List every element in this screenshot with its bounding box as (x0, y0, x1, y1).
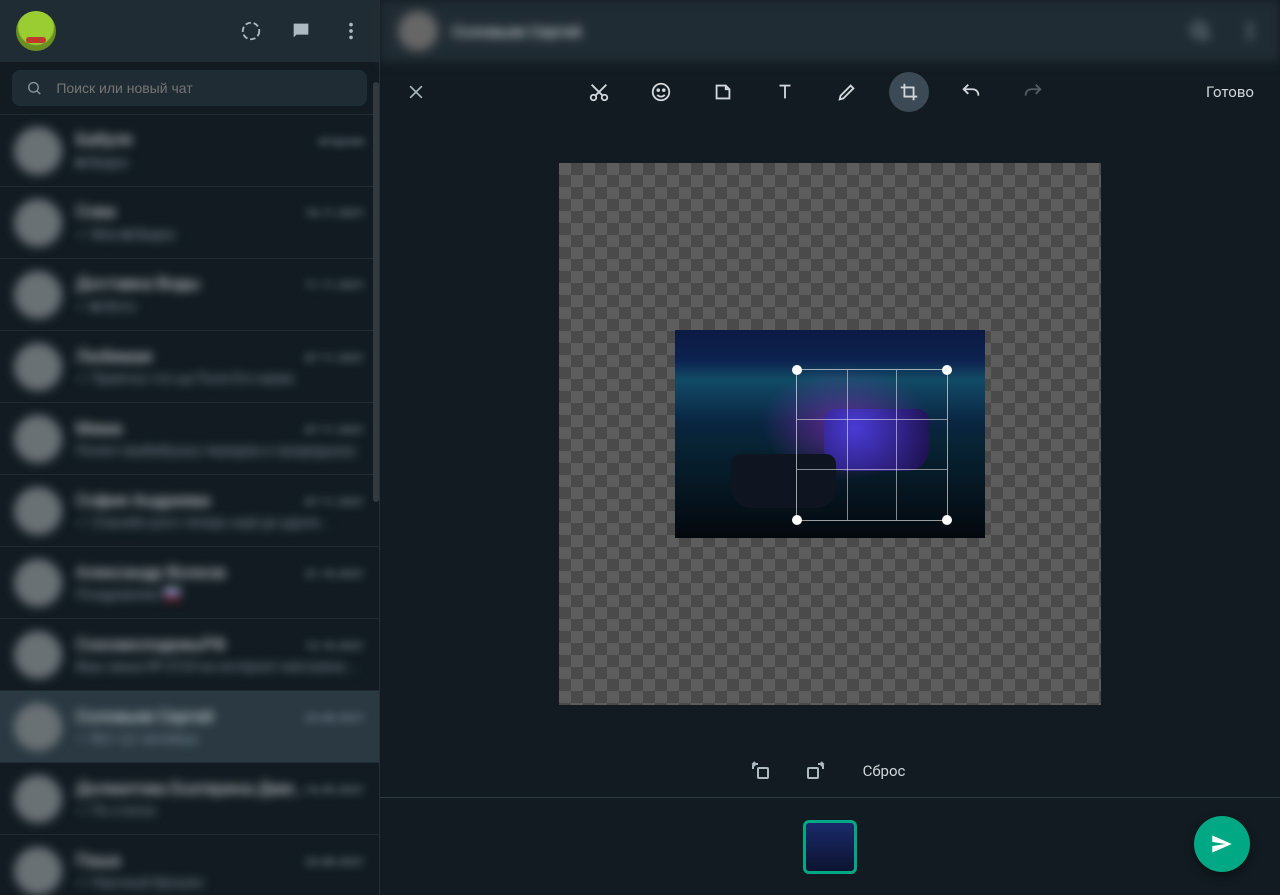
chat-name: СоюзмолодежьРФ (76, 635, 226, 655)
chat-preview: ✓ По статье (76, 803, 365, 819)
attachment-thumbnail[interactable] (803, 820, 857, 874)
chat-time: 21.10.2021 (305, 567, 365, 581)
chat-preview: ✓ Приятно что ца Поля Его маме (76, 371, 365, 387)
chat-item[interactable]: Паша 23.08.2021 ✓ Научный брошен (0, 834, 379, 895)
status-icon[interactable] (239, 19, 263, 43)
chat-time: 11.11.2021 (305, 278, 365, 292)
chat-avatar (14, 271, 62, 319)
rotate-left-icon[interactable] (749, 759, 773, 783)
chat-name: Доставка Воды (76, 274, 200, 294)
chat-avatar (14, 631, 62, 679)
text-tool-icon[interactable] (765, 72, 805, 112)
chat-item[interactable]: СоюзмолодежьРФ 12.10.2021 Ваш заказ № 07… (0, 618, 379, 690)
crop-workspace (380, 122, 1280, 745)
close-button[interactable] (404, 80, 428, 104)
send-button[interactable] (1194, 816, 1250, 872)
chat-preview: ✓ Научный брошен (76, 875, 365, 891)
chat-time: вторник (319, 134, 365, 148)
chat-name: Александр Волков (76, 563, 226, 583)
chat-avatar (14, 559, 62, 607)
chat-preview: ✓ Вот тут китайцы (76, 731, 365, 747)
editor-toolbar: Готово (380, 62, 1280, 122)
chat-avatar (14, 847, 62, 895)
chat-avatar (14, 703, 62, 751)
crop-handle-top-right[interactable] (942, 365, 952, 375)
chat-item[interactable]: Мама 07.11.2021 Понял прабабушку передам… (0, 402, 379, 474)
undo-icon[interactable] (951, 72, 991, 112)
chat-item[interactable]: Сова 16.11.2021 ✓ Мои ■ Видео (0, 186, 379, 258)
header-menu-icon[interactable] (1238, 19, 1262, 43)
chat-name: Любимая (76, 347, 152, 367)
chat-item[interactable]: Бабуля вторник ■ Видео (0, 114, 379, 186)
crop-handle-bottom-right[interactable] (942, 515, 952, 525)
crop-selection[interactable] (797, 370, 947, 520)
chat-time: 07.11.2021 (305, 351, 365, 365)
done-button[interactable]: Готово (1204, 79, 1256, 105)
chat-item[interactable]: Соловьев Сергей 23.08.2021 ✓ Вот тут кит… (0, 690, 379, 762)
chat-preview: Ваш заказ № 0724 из интернет-магазина Со… (76, 659, 365, 675)
chat-time: 23.08.2021 (305, 855, 365, 869)
attachment-strip (380, 797, 1280, 895)
chat-time: 12.10.2021 (305, 639, 365, 653)
chat-name: Долматова Екатерина Дмитр... (76, 779, 305, 799)
scrollbar[interactable] (373, 82, 379, 502)
chat-item[interactable]: Доставка Воды 11.11.2021 ✓ ■ Фото (0, 258, 379, 330)
chat-avatar (14, 343, 62, 391)
chat-name: София Андреева (76, 491, 210, 511)
crop-tool-icon[interactable] (889, 72, 929, 112)
chat-sidebar: Бабуля вторник ■ Видео Сова 16.11.2021 ✓… (0, 0, 380, 895)
sidebar-header (0, 0, 379, 62)
chat-time: 07.11.2021 (305, 423, 365, 437)
chat-preview: ✓ Мои ■ Видео (76, 226, 365, 243)
chat-avatar (14, 487, 62, 535)
chat-time: 16.11.2021 (305, 206, 365, 220)
cut-tool-icon[interactable] (579, 72, 619, 112)
menu-dots-icon[interactable] (339, 19, 363, 43)
crop-handle-top-left[interactable] (792, 365, 802, 375)
conversation-header: Соловьев Сергей (380, 0, 1280, 62)
contact-avatar[interactable] (398, 11, 438, 51)
chat-item[interactable]: София Андреева 07.11.2021 ✓ Спасибо рого… (0, 474, 379, 546)
search-icon (26, 79, 42, 97)
chat-item[interactable]: Александр Волков 21.10.2021 Поздравляю 🇷… (0, 546, 379, 618)
chat-item[interactable]: Любимая 07.11.2021 ✓ Приятно что ца Поля… (0, 330, 379, 402)
chat-time: 23.08.2021 (305, 711, 365, 725)
sticker-tool-icon[interactable] (703, 72, 743, 112)
emoji-tool-icon[interactable] (641, 72, 681, 112)
reset-button[interactable]: Сброс (857, 758, 912, 784)
transparent-canvas (559, 163, 1101, 705)
crop-handle-bottom-left[interactable] (792, 515, 802, 525)
chat-preview: ■ Видео (76, 154, 365, 171)
chat-list[interactable]: Бабуля вторник ■ Видео Сова 16.11.2021 ✓… (0, 114, 379, 895)
chat-name: Бабуля (76, 130, 132, 150)
header-search-icon[interactable] (1188, 19, 1212, 43)
chat-preview: Поздравляю 🇷🇺 (76, 587, 365, 603)
profile-avatar[interactable] (16, 11, 56, 51)
chat-preview: ✓ ■ Фото (76, 298, 365, 315)
new-chat-icon[interactable] (289, 19, 313, 43)
chat-avatar (14, 775, 62, 823)
chat-avatar (14, 199, 62, 247)
chat-name: Сова (76, 202, 116, 222)
chat-time: 16.05.2021 (305, 783, 365, 797)
crop-controls-bar: Сброс (380, 745, 1280, 797)
chat-item[interactable]: Долматова Екатерина Дмитр... 16.05.2021 … (0, 762, 379, 834)
chat-avatar (14, 415, 62, 463)
chat-avatar (14, 127, 62, 175)
search-box[interactable] (12, 70, 367, 106)
search-input[interactable] (56, 80, 353, 96)
chat-time: 07.11.2021 (305, 495, 365, 509)
rotate-right-icon[interactable] (803, 759, 827, 783)
contact-name[interactable]: Соловьев Сергей (452, 22, 581, 41)
chat-name: Мама (76, 419, 122, 439)
draw-tool-icon[interactable] (827, 72, 867, 112)
chat-name: Паша (76, 851, 120, 871)
chat-preview: ✓ Спасибо рого теперь ещё до удале... (76, 515, 365, 531)
editor-panel: Соловьев Сергей (380, 0, 1280, 895)
chat-name: Соловьев Сергей (76, 707, 213, 727)
redo-icon[interactable] (1013, 72, 1053, 112)
chat-preview: Понял прабабушку передам и прадедушку (76, 443, 365, 459)
